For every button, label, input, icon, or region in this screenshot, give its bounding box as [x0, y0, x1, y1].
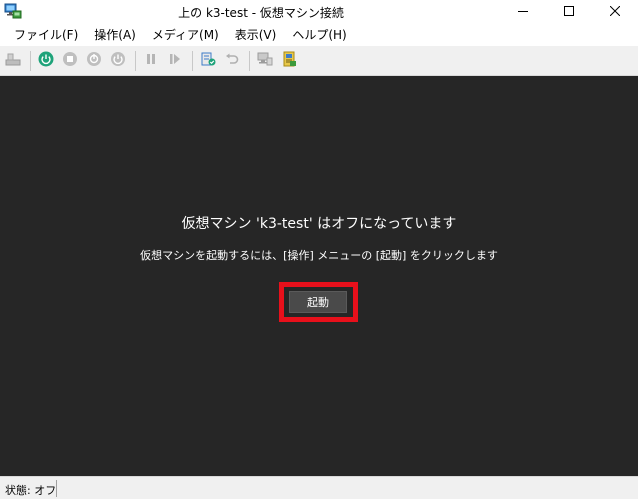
maximize-icon — [564, 5, 574, 19]
save-state-button[interactable] — [107, 50, 129, 72]
status-text: 状態: オフ — [5, 484, 57, 497]
start-button-toolbar[interactable] — [35, 50, 57, 72]
minimize-icon — [518, 5, 528, 19]
share-icon — [281, 51, 297, 70]
toolbar-separator — [30, 50, 31, 71]
enhanced-session-button[interactable] — [254, 50, 276, 72]
reset-icon — [167, 51, 183, 70]
revert-button[interactable] — [221, 50, 243, 72]
menu-media[interactable]: メディア(M) — [144, 25, 227, 45]
toolbar — [0, 46, 638, 76]
reset-button[interactable] — [164, 50, 186, 72]
save-state-icon — [110, 51, 126, 70]
pause-button[interactable] — [140, 50, 162, 72]
vm-display: 仮想マシン 'k3-test' はオフになっています 仮想マシンを起動するには、… — [0, 76, 638, 476]
minimize-button[interactable] — [500, 0, 546, 24]
menu-help[interactable]: ヘルプ(H) — [284, 25, 354, 45]
turn-off-button[interactable] — [59, 50, 81, 72]
start-power-icon — [38, 51, 54, 70]
vm-off-message: 仮想マシン 'k3-test' はオフになっています — [181, 216, 457, 232]
checkpoint-icon — [200, 51, 216, 70]
close-icon — [609, 5, 621, 19]
start-button[interactable]: 起動 — [289, 291, 347, 313]
maximize-button[interactable] — [546, 0, 592, 24]
checkpoint-button[interactable] — [197, 50, 219, 72]
share-button[interactable] — [278, 50, 300, 72]
menu-action[interactable]: 操作(A) — [86, 25, 144, 45]
toolbar-separator — [135, 50, 136, 71]
revert-icon — [224, 51, 240, 70]
title-bar: 上の k3-test - 仮想マシン接続 — [0, 0, 638, 24]
shut-down-button[interactable] — [83, 50, 105, 72]
toolbar-separator — [249, 50, 250, 71]
shut-down-icon — [86, 51, 102, 70]
menu-file[interactable]: ファイル(F) — [6, 25, 86, 45]
toolbar-separator — [192, 50, 193, 71]
ctrl-alt-del-icon — [5, 51, 21, 70]
enhanced-session-icon — [257, 51, 273, 70]
menu-view[interactable]: 表示(V) — [227, 25, 285, 45]
menu-bar: ファイル(F) 操作(A) メディア(M) 表示(V) ヘルプ(H) — [0, 24, 638, 46]
status-separator — [56, 480, 57, 497]
pause-icon — [143, 51, 159, 70]
vm-start-instruction: 仮想マシンを起動するには、[操作] メニューの [起動] をクリックします — [140, 249, 498, 262]
status-bar: 状態: オフ — [0, 476, 638, 499]
ctrl-alt-del-button[interactable] — [2, 50, 24, 72]
close-button[interactable] — [592, 0, 638, 24]
turn-off-icon — [62, 51, 78, 70]
